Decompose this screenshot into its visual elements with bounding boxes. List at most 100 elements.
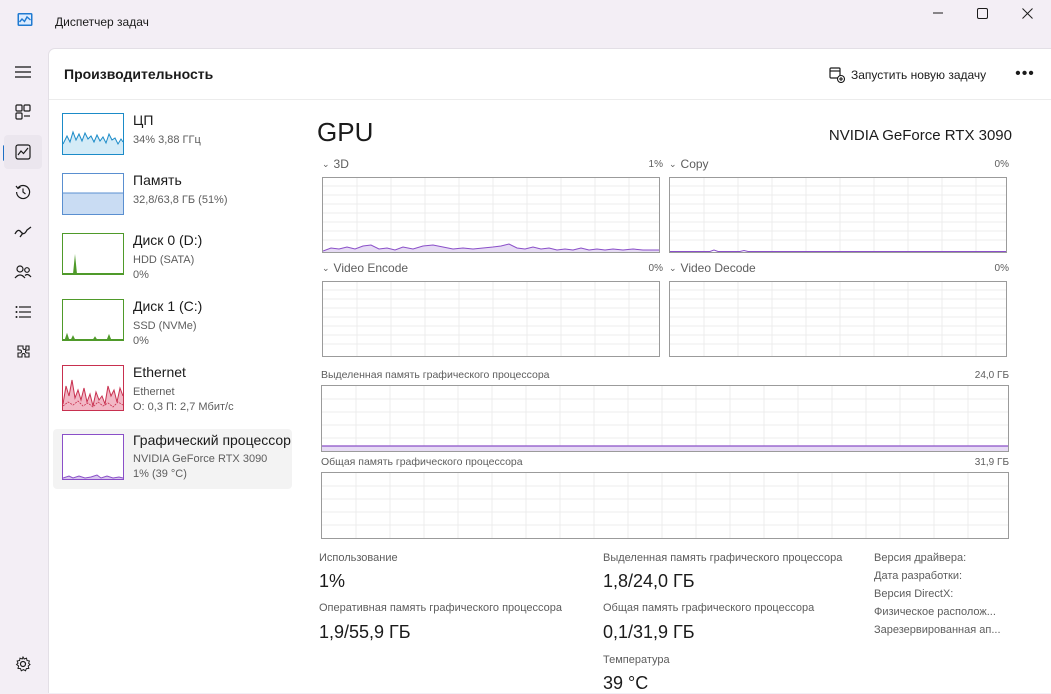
dedicated-memory-stat-label: Выделенная память графического процессор… (603, 552, 843, 564)
resource-detail: 34% 3,88 ГГц (133, 134, 201, 146)
shared-memory-stat-value: 0,1/31,9 ГБ (603, 622, 695, 642)
physical-location-label: Физическое располож... (874, 606, 996, 618)
dedicated-memory-stat-value: 1,8/24,0 ГБ (603, 571, 695, 591)
chevron-down-icon: ⌄ (669, 158, 677, 169)
settings-icon (15, 656, 31, 672)
gpu-thumbnail-graph (62, 434, 124, 480)
nav-menu-button[interactable] (4, 55, 42, 89)
new-task-icon (829, 67, 845, 83)
close-icon (1021, 7, 1033, 19)
window-title: Диспетчер задач (55, 15, 149, 29)
run-new-task-button[interactable]: Запустить новую задачу (829, 65, 986, 85)
dedicated-memory-label: Выделенная память графического процессор… (321, 369, 550, 381)
gpu-ram-value: 1,9/55,9 ГБ (319, 622, 411, 642)
users-icon (14, 265, 32, 279)
ethernet-thumbnail-graph (62, 365, 124, 411)
resource-usage: 1% (39 °C) (133, 468, 187, 480)
resource-name: Память (133, 172, 182, 188)
engine-percent: 0% (994, 159, 1009, 170)
temperature-value: 39 °C (603, 673, 649, 693)
chevron-down-icon: ⌄ (322, 262, 330, 273)
disk-1-thumbnail-graph (62, 299, 124, 341)
main-panel: Производительность Запустить новую задач… (48, 48, 1051, 693)
gpu-model-name: NVIDIA GeForce RTX 3090 (828, 127, 1012, 144)
resource-detail: HDD (SATA) (133, 254, 195, 266)
engine-video-encode-graph (322, 281, 660, 357)
services-icon (17, 345, 30, 358)
nav-users[interactable] (4, 255, 42, 289)
maximize-icon (976, 7, 988, 19)
engine-label: 3D (333, 157, 349, 171)
title-bar: Диспетчер задач (0, 0, 1051, 48)
resource-item-memory[interactable]: Память 32,8/63,8 ГБ (51%) (53, 169, 292, 229)
performance-icon (15, 144, 31, 160)
detail-title: GPU (317, 117, 374, 147)
more-options-button[interactable]: ••• (1011, 63, 1039, 85)
resource-item-disk-1[interactable]: Диск 1 (C:) SSD (NVMe) 0% (53, 295, 292, 355)
chevron-down-icon: ⌄ (322, 158, 330, 169)
driver-version-label: Версия драйвера: (874, 552, 967, 564)
resource-detail: 32,8/63,8 ГБ (51%) (133, 194, 228, 206)
dedicated-memory-graph (321, 385, 1009, 452)
resource-detail: Ethernet (133, 386, 175, 398)
resource-item-ethernet[interactable]: Ethernet Ethernet О: 0,3 П: 2,7 Мбит/с (53, 361, 292, 421)
app-history-icon (15, 184, 31, 200)
temperature-label: Температура (603, 654, 670, 666)
nav-services[interactable] (4, 335, 42, 369)
driver-date-label: Дата разработки: (874, 570, 963, 582)
resource-usage: 0% (133, 269, 149, 281)
nav-startup[interactable] (4, 215, 42, 249)
shared-memory-capacity: 31,9 ГБ (974, 457, 1009, 468)
resource-usage: О: 0,3 П: 2,7 Мбит/с (133, 401, 234, 413)
nav-app-history[interactable] (4, 175, 42, 209)
hardware-reserved-label: Зарезервированная ап... (874, 624, 1001, 636)
engine-label: Video Decode (680, 261, 756, 275)
resource-usage: 0% (133, 335, 149, 347)
nav-settings[interactable] (4, 647, 42, 681)
maximize-button[interactable] (959, 0, 1005, 26)
chevron-down-icon: ⌄ (669, 262, 677, 273)
resource-detail: SSD (NVMe) (133, 320, 197, 332)
resource-name: Диск 0 (D:) (133, 232, 203, 248)
engine-video-encode-selector[interactable]: ⌄ Video Encode (322, 261, 408, 275)
usage-value: 1% (319, 571, 346, 591)
nav-details[interactable] (4, 295, 42, 329)
engine-3d-graph (322, 177, 660, 253)
shared-memory-graph (321, 472, 1009, 539)
run-new-task-label: Запустить новую задачу (851, 68, 987, 82)
task-manager-app-icon (17, 12, 33, 28)
resource-item-disk-0[interactable]: Диск 0 (D:) HDD (SATA) 0% (53, 229, 292, 289)
directx-version-label: Версия DirectX: (874, 588, 954, 600)
startup-icon (14, 226, 32, 238)
dedicated-memory-capacity: 24,0 ГБ (974, 370, 1009, 381)
minimize-button[interactable] (915, 0, 961, 26)
hamburger-icon (15, 66, 31, 78)
engine-video-decode-selector[interactable]: ⌄ Video Decode (669, 261, 756, 275)
shared-memory-stat-label: Общая память графического процессора (603, 602, 815, 614)
gpu-ram-label: Оперативная память графического процессо… (319, 602, 563, 614)
resource-name: ЦП (133, 112, 154, 128)
vertical-scrollbar[interactable] (1037, 101, 1041, 689)
details-icon (15, 306, 31, 318)
memory-thumbnail-graph (62, 173, 124, 215)
nav-processes[interactable] (4, 95, 42, 129)
page-title: Производительность (64, 66, 214, 82)
cpu-thumbnail-graph (62, 113, 124, 155)
engine-copy-graph (669, 177, 1007, 253)
processes-icon (15, 104, 31, 120)
engine-percent: 0% (648, 263, 663, 274)
resource-item-cpu[interactable]: ЦП 34% 3,88 ГГц (53, 109, 292, 169)
engine-copy-selector[interactable]: ⌄ Copy (669, 157, 709, 171)
page-header: Производительность Запустить новую задач… (49, 49, 1051, 100)
engine-percent: 1% (648, 159, 663, 170)
nav-performance[interactable] (4, 135, 42, 169)
engine-3d-selector[interactable]: ⌄ 3D (322, 157, 349, 171)
resource-item-gpu[interactable]: Графический процессор NVIDIA GeForce RTX… (53, 429, 292, 489)
close-button[interactable] (1004, 0, 1050, 26)
resource-name: Диск 1 (C:) (133, 298, 203, 314)
more-options-icon: ••• (1015, 65, 1035, 82)
resource-name: Ethernet (133, 364, 186, 380)
shared-memory-label: Общая память графического процессора (321, 456, 523, 468)
engine-video-decode-graph (669, 281, 1007, 357)
engine-label: Video Encode (333, 261, 409, 275)
